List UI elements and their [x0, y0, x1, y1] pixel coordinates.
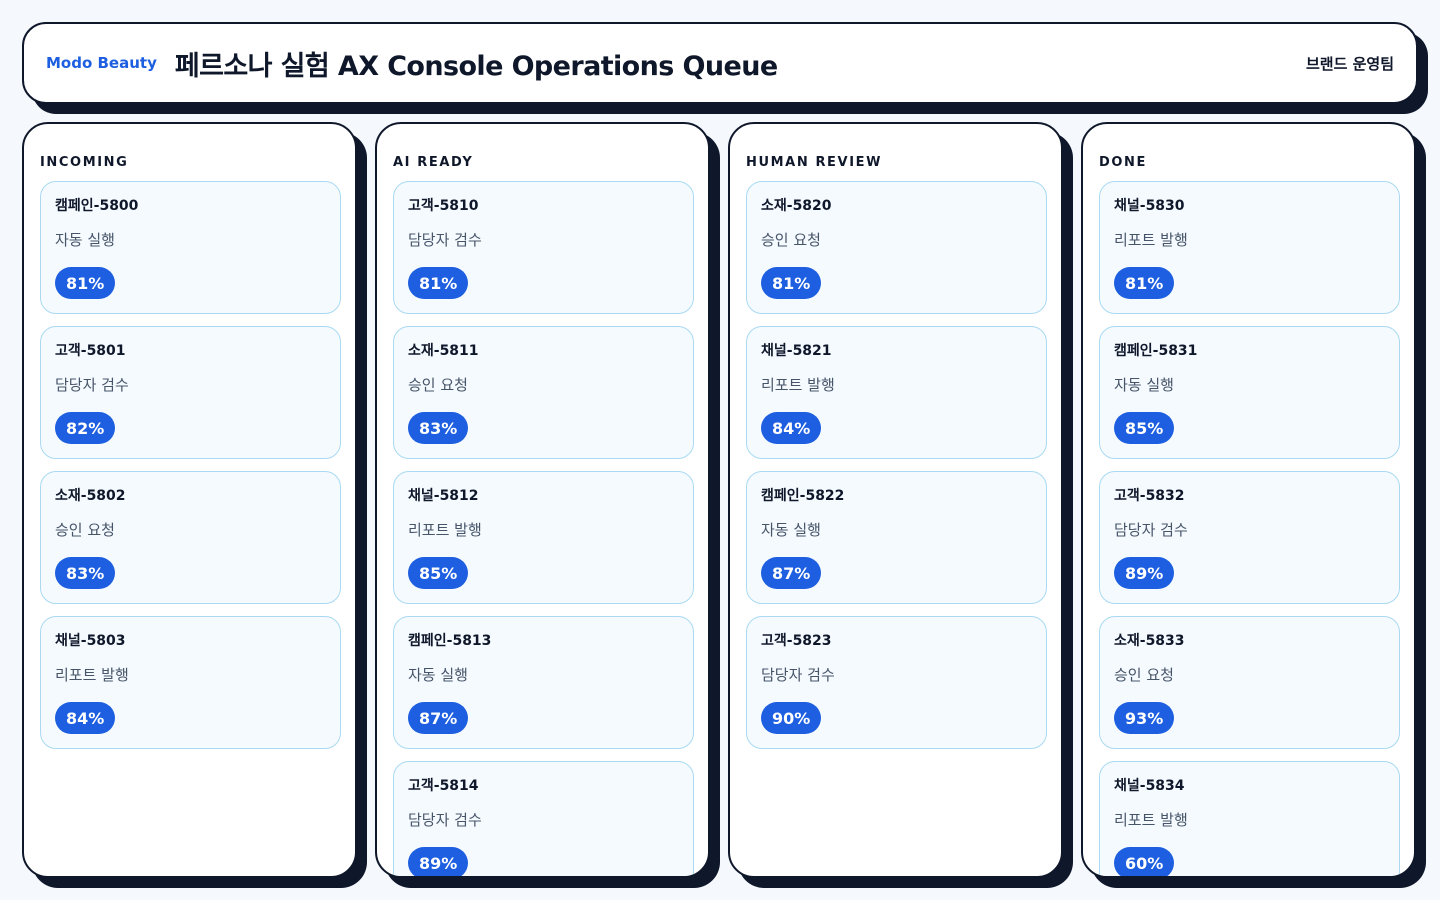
card-status: 담당자 검수 — [408, 811, 482, 829]
column-title: DONE — [1099, 155, 1148, 170]
score-badge: 81% — [408, 267, 469, 299]
card-status: 자동 실행 — [761, 521, 821, 539]
column-ai-ready: AI READY 고객-5810 담당자 검수 81% 소재-5811 승인 요… — [375, 122, 710, 878]
card-id: 채널-5821 — [761, 343, 832, 359]
column-title: AI READY — [393, 155, 474, 170]
score-badge: 90% — [761, 702, 822, 734]
card-status: 리포트 발행 — [1114, 811, 1188, 829]
score-badge: 93% — [1114, 702, 1175, 734]
card-status: 리포트 발행 — [408, 521, 482, 539]
card-id: 캠페인-5831 — [1114, 343, 1198, 359]
score-badge: 89% — [408, 847, 469, 876]
queue-card[interactable]: 소재-5833 승인 요청 93% — [1099, 616, 1400, 749]
card-status: 담당자 검수 — [1114, 521, 1188, 539]
queue-card[interactable]: 소재-5820 승인 요청 81% — [746, 181, 1047, 314]
card-status: 승인 요청 — [408, 376, 468, 394]
queue-card[interactable]: 채널-5834 리포트 발행 60% — [1099, 761, 1400, 876]
score-badge: 81% — [55, 267, 116, 299]
page-title: 페르소나 실험 AX Console Operations Queue — [174, 50, 778, 82]
card-status: 리포트 발행 — [55, 666, 129, 684]
card-id: 채널-5803 — [55, 633, 126, 649]
card-list: 고객-5810 담당자 검수 81% 소재-5811 승인 요청 83% 채널-… — [393, 181, 694, 876]
queue-card[interactable]: 캠페인-5831 자동 실행 85% — [1099, 326, 1400, 459]
queue-card[interactable]: 캠페인-5822 자동 실행 87% — [746, 471, 1047, 604]
card-status: 담당자 검수 — [408, 231, 482, 249]
card-id: 고객-5814 — [408, 778, 479, 794]
score-badge: 81% — [761, 267, 822, 299]
card-status: 승인 요청 — [55, 521, 115, 539]
score-badge: 83% — [408, 412, 469, 444]
card-status: 자동 실행 — [1114, 376, 1174, 394]
queue-card[interactable]: 고객-5823 담당자 검수 90% — [746, 616, 1047, 749]
card-status: 승인 요청 — [1114, 666, 1174, 684]
score-badge: 85% — [408, 557, 469, 589]
card-id: 고객-5801 — [55, 343, 126, 359]
card-list: 채널-5830 리포트 발행 81% 캠페인-5831 자동 실행 85% 고객… — [1099, 181, 1400, 876]
card-id: 소재-5820 — [761, 198, 832, 214]
card-id: 채널-5830 — [1114, 198, 1185, 214]
card-id: 캠페인-5800 — [55, 198, 139, 214]
card-status: 자동 실행 — [55, 231, 115, 249]
card-status: 자동 실행 — [408, 666, 468, 684]
column-incoming: INCOMING 캠페인-5800 자동 실행 81% 고객-5801 담당자 … — [22, 122, 357, 878]
card-status: 담당자 검수 — [55, 376, 129, 394]
column-title: HUMAN REVIEW — [746, 155, 883, 170]
score-badge: 82% — [55, 412, 116, 444]
score-badge: 87% — [408, 702, 469, 734]
queue-card[interactable]: 채널-5821 리포트 발행 84% — [746, 326, 1047, 459]
card-id: 소재-5811 — [408, 343, 479, 359]
card-status: 승인 요청 — [761, 231, 821, 249]
card-list: 캠페인-5800 자동 실행 81% 고객-5801 담당자 검수 82% 소재… — [40, 181, 341, 749]
queue-card[interactable]: 캠페인-5800 자동 실행 81% — [40, 181, 341, 314]
queue-card[interactable]: 캠페인-5813 자동 실행 87% — [393, 616, 694, 749]
queue-card[interactable]: 고객-5832 담당자 검수 89% — [1099, 471, 1400, 604]
card-id: 소재-5802 — [55, 488, 126, 504]
score-badge: 85% — [1114, 412, 1175, 444]
score-badge: 60% — [1114, 847, 1175, 876]
queue-card[interactable]: 채널-5830 리포트 발행 81% — [1099, 181, 1400, 314]
card-id: 소재-5833 — [1114, 633, 1185, 649]
header-bar: Modo Beauty 페르소나 실험 AX Console Operation… — [22, 22, 1418, 104]
brand-logo[interactable]: Modo Beauty — [46, 54, 157, 72]
card-id: 고객-5810 — [408, 198, 479, 214]
queue-card[interactable]: 고객-5814 담당자 검수 89% — [393, 761, 694, 876]
card-list: 소재-5820 승인 요청 81% 채널-5821 리포트 발행 84% 캠페인… — [746, 181, 1047, 749]
queue-card[interactable]: 채널-5812 리포트 발행 85% — [393, 471, 694, 604]
score-badge: 89% — [1114, 557, 1175, 589]
card-status: 리포트 발행 — [761, 376, 835, 394]
card-id: 고객-5832 — [1114, 488, 1185, 504]
queue-card[interactable]: 고객-5810 담당자 검수 81% — [393, 181, 694, 314]
score-badge: 87% — [761, 557, 822, 589]
team-name[interactable]: 브랜드 운영팀 — [1306, 53, 1394, 74]
queue-card[interactable]: 채널-5803 리포트 발행 84% — [40, 616, 341, 749]
queue-card[interactable]: 소재-5811 승인 요청 83% — [393, 326, 694, 459]
card-id: 고객-5823 — [761, 633, 832, 649]
queue-card[interactable]: 고객-5801 담당자 검수 82% — [40, 326, 341, 459]
card-id: 채널-5834 — [1114, 778, 1185, 794]
queue-card[interactable]: 소재-5802 승인 요청 83% — [40, 471, 341, 604]
card-id: 캠페인-5813 — [408, 633, 492, 649]
score-badge: 84% — [761, 412, 822, 444]
column-title: INCOMING — [40, 155, 129, 170]
score-badge: 84% — [55, 702, 116, 734]
card-status: 담당자 검수 — [761, 666, 835, 684]
score-badge: 83% — [55, 557, 116, 589]
score-badge: 81% — [1114, 267, 1175, 299]
column-human-review: HUMAN REVIEW 소재-5820 승인 요청 81% 채널-5821 리… — [728, 122, 1063, 878]
column-done: DONE 채널-5830 리포트 발행 81% 캠페인-5831 자동 실행 8… — [1081, 122, 1416, 878]
card-id: 채널-5812 — [408, 488, 479, 504]
card-status: 리포트 발행 — [1114, 231, 1188, 249]
card-id: 캠페인-5822 — [761, 488, 845, 504]
